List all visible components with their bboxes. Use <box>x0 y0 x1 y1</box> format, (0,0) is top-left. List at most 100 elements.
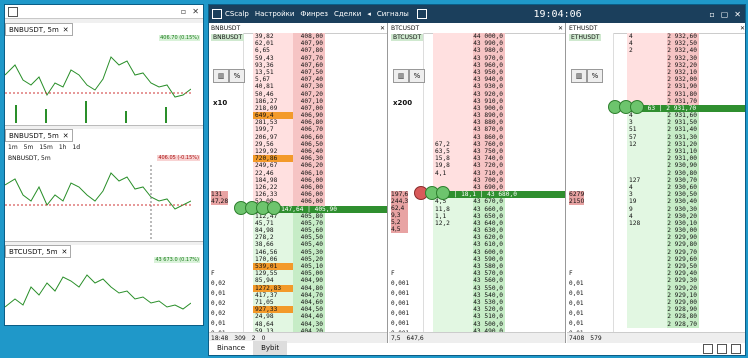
bid-row[interactable]: 2 928,80 <box>627 313 745 321</box>
bid-row[interactable]: 12,2 43 640,0 <box>433 219 565 228</box>
bid-row[interactable]: 2 929,50 <box>627 263 745 271</box>
bid-row[interactable]: 43 500,0 <box>433 320 565 328</box>
price-ladder[interactable]: 44 000,0 43 990,0 43 980,0 43 970,0 43 960,0… <box>433 33 565 343</box>
ask-row[interactable]: 206,97 406,60 <box>253 133 387 141</box>
bid-row[interactable]: 19 2 930,40 <box>627 198 745 206</box>
spread-row[interactable]: 21,7 | 18,1 | 43 680,0 <box>433 191 565 199</box>
ask-row[interactable]: 43 940,0 <box>433 76 565 84</box>
close-icon[interactable]: ✕ <box>62 248 68 256</box>
ask-row[interactable]: 2 932,10 <box>627 68 745 77</box>
price-ladder[interactable]: 39,82 408,00 62,01 407,90 6,65 407,80 59,43 407… <box>253 33 387 343</box>
bid-row[interactable]: 85,94 404,90 <box>253 277 387 285</box>
bid-row[interactable]: 2 929,90 <box>627 234 745 242</box>
bid-row[interactable]: 127 2 930,70 <box>627 176 745 184</box>
bid-row[interactable]: 43 560,0 <box>433 277 565 285</box>
bid-row[interactable]: 24,98 404,40 <box>253 313 387 321</box>
ask-row[interactable]: 13,51 407,50 <box>253 68 387 77</box>
bid-row[interactable]: 43 510,0 <box>433 313 565 321</box>
bid-row[interactable]: 1,1 43 650,0 <box>433 212 565 220</box>
ask-row[interactable]: 2 932,20 <box>627 61 745 69</box>
ask-row[interactable]: 4,1 43 710,0 <box>433 169 565 177</box>
ask-row[interactable]: 43 930,0 <box>433 83 565 91</box>
layout-icon[interactable] <box>703 344 713 354</box>
ask-row[interactable]: 43 880,0 <box>433 119 565 127</box>
ask-row[interactable]: 43 960,0 <box>433 61 565 69</box>
tf-1m[interactable]: 1m <box>8 144 18 151</box>
ask-row[interactable]: 2 932,30 <box>627 54 745 62</box>
bid-row[interactable]: 32 930,50 <box>627 191 745 199</box>
tab-binance[interactable]: Binance <box>209 341 254 355</box>
ask-row[interactable]: 42 932,60 <box>627 33 745 41</box>
ask-row[interactable]: 2 931,70 <box>627 97 745 105</box>
tf-1d[interactable]: 1d <box>72 144 80 151</box>
bid-row[interactable]: 1272,83 404,80 <box>253 284 387 292</box>
tf-5m[interactable]: 5m <box>24 144 34 151</box>
ask-row[interactable]: 129,92 406,40 <box>253 148 387 156</box>
ask-row[interactable]: 43 700,0 <box>433 176 565 184</box>
ask-row[interactable]: 15,8 43 740,0 <box>433 155 565 163</box>
ask-row[interactable]: 39,82 408,00 <box>253 33 387 41</box>
chart-icon[interactable]: ▥ <box>213 69 229 83</box>
close-icon[interactable]: ✕ <box>63 26 69 34</box>
ask-row[interactable]: 184,98 406,00 <box>253 176 387 184</box>
chart-icon[interactable]: ▥ <box>393 69 409 83</box>
bid-row[interactable]: 43 630,0 <box>433 227 565 235</box>
bid-row[interactable]: 11,8 43 660,0 <box>433 205 565 213</box>
bid-row[interactable]: 42 931,60 <box>627 112 745 120</box>
minimize-icon[interactable]: ▫ <box>181 7 186 16</box>
ask-row[interactable]: 44 000,0 <box>433 33 565 41</box>
bid-row[interactable]: 57 2 931,30 <box>627 133 745 141</box>
bid-row[interactable]: 43 540,0 <box>433 291 565 299</box>
ask-row[interactable]: 199,7 406,70 <box>253 126 387 134</box>
window-icon[interactable] <box>731 344 741 354</box>
bid-row[interactable]: 42 930,60 <box>627 183 745 192</box>
close-icon[interactable]: ✕ <box>380 25 385 32</box>
bid-row[interactable]: 38,66 405,40 <box>253 241 387 249</box>
bid-row[interactable]: 170,06 405,20 <box>253 255 387 263</box>
percent-icon[interactable]: % <box>229 69 245 83</box>
bid-row[interactable]: 278,2 405,50 <box>253 234 387 242</box>
bid-row[interactable]: 2 931,10 <box>627 148 745 156</box>
bid-row[interactable]: 43 580,0 <box>433 263 565 271</box>
maximize-icon[interactable]: ▢ <box>721 10 729 19</box>
ask-row[interactable]: 43 900,0 <box>433 104 565 113</box>
ask-row[interactable]: 126,22 406,00 <box>253 183 387 192</box>
menu-settings[interactable]: Настройки <box>255 10 295 18</box>
ask-row[interactable]: 43 920,0 <box>433 90 565 98</box>
bid-row[interactable]: 43 610,0 <box>433 241 565 249</box>
ask-row[interactable]: 19,8 43 720,0 <box>433 162 565 170</box>
bid-row[interactable]: 71,05 404,60 <box>253 298 387 307</box>
ask-row[interactable]: 6,65 407,80 <box>253 47 387 55</box>
menu-signals[interactable]: Сигналы <box>377 10 409 18</box>
ask-row[interactable]: 186,27 407,10 <box>253 97 387 105</box>
ask-row[interactable]: 249,67 406,20 <box>253 162 387 170</box>
settings-icon[interactable] <box>416 9 427 19</box>
bid-row[interactable]: 43 520,0 <box>433 306 565 314</box>
bid-row[interactable]: 2 929,60 <box>627 255 745 263</box>
ask-row[interactable]: 50,46 407,20 <box>253 90 387 98</box>
bid-row[interactable]: 2 929,30 <box>627 277 745 285</box>
tf-15m[interactable]: 15m <box>39 144 52 151</box>
bid-row[interactable]: 2 929,80 <box>627 241 745 249</box>
bid-row[interactable]: 92 930,30 <box>627 205 745 213</box>
ask-row[interactable]: 43 970,0 <box>433 54 565 62</box>
bid-row[interactable]: 2 929,10 <box>627 291 745 299</box>
ask-row[interactable]: 42 932,50 <box>627 40 745 48</box>
ask-row[interactable]: 22 932,40 <box>627 47 745 55</box>
bid-row[interactable]: 2 929,20 <box>627 284 745 292</box>
percent-icon[interactable]: % <box>409 69 425 83</box>
ask-row[interactable]: 22,46 406,10 <box>253 169 387 177</box>
tab-bybit[interactable]: Bybit <box>253 341 287 355</box>
ask-row[interactable]: 5,67 407,40 <box>253 76 387 84</box>
bid-row[interactable]: 43 590,0 <box>433 255 565 263</box>
bid-row[interactable]: 45,71 405,70 <box>253 219 387 228</box>
bid-row[interactable]: 43 530,0 <box>433 298 565 307</box>
candle-chart-3[interactable] <box>5 257 191 323</box>
export-icon[interactable] <box>717 344 727 354</box>
ask-row[interactable]: 43 980,0 <box>433 47 565 55</box>
ask-row[interactable]: 2 931,90 <box>627 83 745 91</box>
ask-row[interactable]: 43 890,0 <box>433 112 565 120</box>
ask-row[interactable]: 59,43 407,70 <box>253 54 387 62</box>
ticker-tag[interactable]: BTCUSDT <box>391 34 424 41</box>
candle-chart-1[interactable] <box>5 35 191 123</box>
